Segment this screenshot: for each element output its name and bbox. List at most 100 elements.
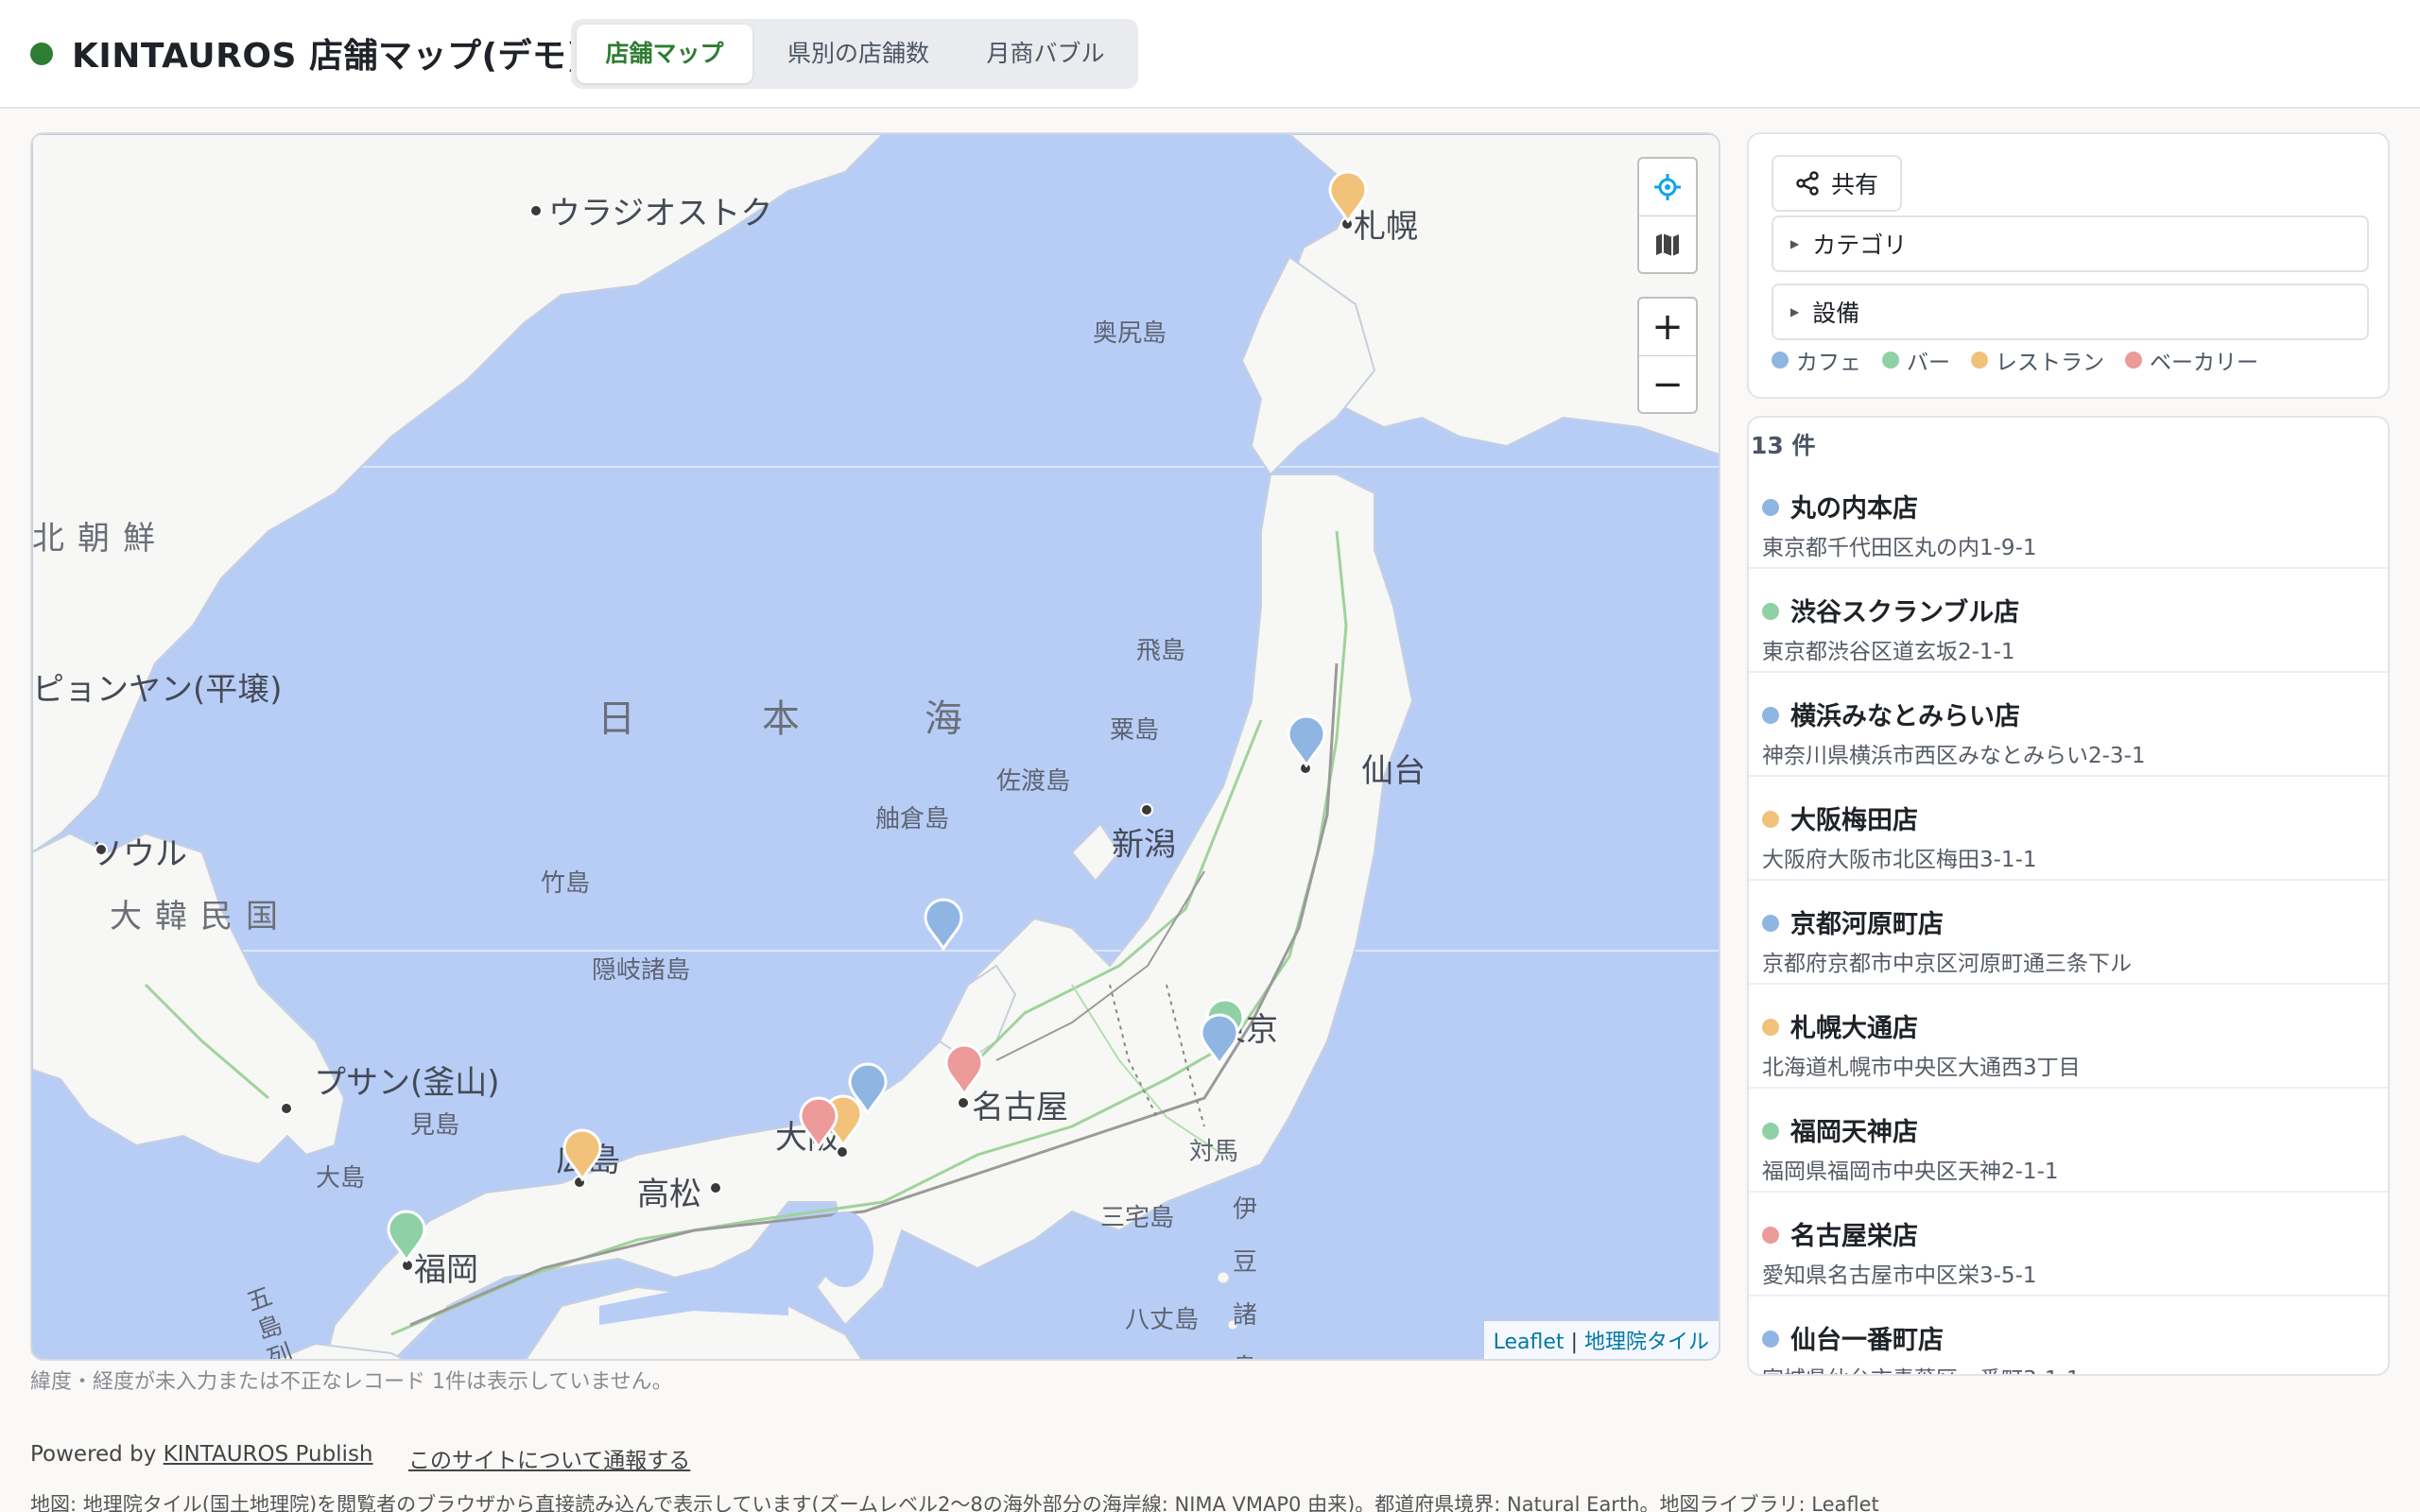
city-dot bbox=[1140, 803, 1153, 816]
powered-by-prefix: Powered by bbox=[30, 1442, 157, 1467]
list-item[interactable]: 福岡天神店 福岡県福岡市中央区天神2-1-1 bbox=[1749, 1089, 2388, 1193]
category-dot bbox=[1762, 1331, 1779, 1348]
store-name: 名古屋栄店 bbox=[1790, 1222, 1918, 1251]
map-marker-nagoya-sakae[interactable] bbox=[943, 1043, 985, 1096]
map-marker-hiroshima[interactable] bbox=[562, 1128, 603, 1181]
legend-label: レストラン bbox=[1996, 351, 2104, 375]
map-tools-control bbox=[1637, 157, 1698, 274]
store-name: 大阪梅田店 bbox=[1790, 806, 1918, 835]
tab-store-map[interactable]: 店舗マップ bbox=[577, 25, 752, 83]
list-item[interactable]: 京都河原町店 京都府京都市中京区河原町通三条下ル bbox=[1749, 881, 2388, 985]
category-dot bbox=[1762, 1123, 1779, 1140]
store-name: 福岡天神店 bbox=[1790, 1118, 1918, 1147]
map-label-sea-of-japan-2: 本 bbox=[762, 697, 856, 741]
share-label: 共有 bbox=[1830, 171, 1878, 198]
list-item[interactable]: 渋谷スクランブル店 東京都渋谷区道玄坂2-1-1 bbox=[1749, 569, 2388, 673]
category-dot bbox=[1762, 1227, 1779, 1244]
legend-dot bbox=[1772, 352, 1789, 369]
legend-item-bakery: ベーカリー bbox=[2125, 344, 2258, 376]
report-site-link[interactable]: このサイトについて通報する bbox=[408, 1442, 690, 1474]
result-count: 13 件 bbox=[1751, 432, 1816, 459]
map-label-tobishima: 飛島 bbox=[1136, 637, 1186, 665]
zoom-control: + − bbox=[1637, 297, 1698, 414]
store-address: 宮城県仙台市青葉区一番町3-1-1 bbox=[1762, 1361, 2081, 1374]
list-item[interactable]: 名古屋栄店 愛知県名古屋市中区栄3-5-1 bbox=[1749, 1193, 2388, 1297]
gsi-tiles-link[interactable]: 地理院タイル bbox=[1584, 1331, 1709, 1354]
city-dot bbox=[95, 843, 108, 856]
map-label-oshima: 対馬 bbox=[1189, 1138, 1239, 1166]
map-label-sendai: 仙台 bbox=[1361, 752, 1426, 790]
store-address: 東京都千代田区丸の内1-9-1 bbox=[1762, 536, 2037, 560]
map-label-izu: 伊豆諸島 bbox=[1233, 1195, 1258, 1359]
legend-dot bbox=[2125, 352, 2142, 369]
store-name: 京都河原町店 bbox=[1790, 910, 1944, 939]
list-item[interactable]: 横浜みなとみらい店 神奈川県横浜市西区みなとみらい2-3-1 bbox=[1749, 673, 2388, 777]
list-item[interactable]: 大阪梅田店 大阪府大阪市北区梅田3-1-1 bbox=[1749, 777, 2388, 881]
legend-item-restaurant: レストラン bbox=[1971, 344, 2104, 376]
kintauros-publish-link[interactable]: KINTAUROS Publish bbox=[164, 1442, 373, 1467]
equipment-filter-label: 設備 bbox=[1812, 300, 1860, 327]
leaflet-link[interactable]: Leaflet bbox=[1494, 1331, 1564, 1354]
tab-monthly-sales-bubble[interactable]: 月商バブル bbox=[960, 25, 1131, 83]
map-label-nagoya: 名古屋 bbox=[972, 1089, 1068, 1126]
map-marker-kanazawa[interactable] bbox=[923, 898, 964, 951]
map-label-pyongyang: ピョンヤン(平壌) bbox=[32, 671, 283, 709]
map-marker-sapporo-odori[interactable] bbox=[1327, 170, 1369, 223]
legend-item-bar: バー bbox=[1882, 344, 1950, 376]
city-dot bbox=[280, 1102, 293, 1115]
list-item[interactable]: 札幌大通店 北海道札幌市中央区大通西3丁目 bbox=[1749, 985, 2388, 1089]
category-filter-toggle[interactable]: ▶ カテゴリ bbox=[1772, 215, 2369, 272]
legend-dot bbox=[1971, 352, 1988, 369]
store-name: 渋谷スクランブル店 bbox=[1790, 598, 2020, 627]
category-dot bbox=[1762, 707, 1779, 724]
map-label-hachijo: 八丈島 bbox=[1125, 1306, 1200, 1334]
category-legend: カフェ バー レストラン ベーカリー bbox=[1772, 344, 2258, 376]
map-marker-osaka-bakery[interactable] bbox=[798, 1096, 839, 1149]
map-label-hegura: 舳倉島 bbox=[875, 805, 950, 833]
store-name: 横浜みなとみらい店 bbox=[1790, 702, 2020, 731]
map-basemap bbox=[32, 134, 1719, 1359]
store-address: 北海道札幌市中央区大通西3丁目 bbox=[1762, 1056, 2081, 1080]
view-tabs: 店舗マップ 県別の店舗数 月商バブル bbox=[571, 19, 1138, 89]
map-layers-icon[interactable] bbox=[1639, 215, 1696, 272]
map-label-oki: 隠岐諸島 bbox=[592, 956, 691, 985]
store-name: 丸の内本店 bbox=[1790, 494, 1918, 524]
map-label-south-korea: 大韓民国 bbox=[110, 898, 291, 936]
locate-icon[interactable] bbox=[1639, 159, 1696, 215]
store-address: 大阪府大阪市北区梅田3-1-1 bbox=[1762, 848, 2037, 872]
attribution-separator: | bbox=[1570, 1331, 1578, 1354]
map-marker-fukuoka-tenjin[interactable] bbox=[386, 1210, 427, 1263]
share-button[interactable]: 共有 bbox=[1772, 155, 1902, 212]
page-title: KINTAUROS 店舗マップ(デモ) bbox=[72, 37, 583, 76]
map-label-takeshima: 竹島 bbox=[541, 869, 591, 898]
store-address: 神奈川県横浜市西区みなとみらい2-3-1 bbox=[1762, 744, 2146, 768]
store-map[interactable]: ウラジオストク 札幌 奥尻島 北朝鮮 ピョンヤン(平壌) 日 本 海 飛島 粟島… bbox=[30, 132, 1720, 1361]
store-address: 東京都渋谷区道玄坂2-1-1 bbox=[1762, 640, 2015, 664]
list-item[interactable]: 仙台一番町店 宮城県仙台市青葉区一番町3-1-1 bbox=[1749, 1297, 2388, 1374]
app-header: KINTAUROS 店舗マップ(デモ) 店舗マップ 県別の店舗数 月商バブル bbox=[0, 0, 2420, 109]
tab-stores-by-prefecture[interactable]: 県別の店舗数 bbox=[764, 25, 953, 83]
zoom-in-button[interactable]: + bbox=[1639, 299, 1696, 355]
category-dot bbox=[1762, 915, 1779, 932]
disclosure-triangle-icon: ▶ bbox=[1790, 305, 1800, 318]
map-marker-marunouchi[interactable] bbox=[1199, 1013, 1240, 1066]
zoom-out-button[interactable]: − bbox=[1639, 355, 1696, 412]
map-marker-sendai-ichibancho[interactable] bbox=[1286, 714, 1327, 767]
map-label-north-korea: 北朝鮮 bbox=[32, 520, 168, 558]
map-label-mishima: 見島 bbox=[410, 1111, 460, 1140]
legend-label: ベーカリー bbox=[2150, 351, 2258, 375]
list-item[interactable]: 丸の内本店 東京都千代田区丸の内1-9-1 bbox=[1749, 465, 2388, 569]
map-label-takamatsu: 高松 bbox=[637, 1176, 701, 1213]
map-label-busan: プサン(釜山) bbox=[314, 1064, 500, 1102]
share-icon bbox=[1796, 171, 1819, 196]
legend-label: カフェ bbox=[1796, 351, 1861, 375]
legend-label: バー bbox=[1907, 351, 1950, 375]
category-dot bbox=[1762, 811, 1779, 828]
map-label-tsushima: 大島 bbox=[316, 1164, 366, 1193]
equipment-filter-toggle[interactable]: ▶ 設備 bbox=[1772, 284, 2369, 340]
map-label-sado: 佐渡島 bbox=[996, 767, 1071, 796]
map-label-sea-of-japan-1: 日 bbox=[597, 697, 692, 741]
map-label-miyake: 三宅島 bbox=[1100, 1204, 1175, 1232]
legend-item-cafe: カフェ bbox=[1772, 344, 1861, 376]
store-name: 札幌大通店 bbox=[1790, 1014, 1918, 1043]
